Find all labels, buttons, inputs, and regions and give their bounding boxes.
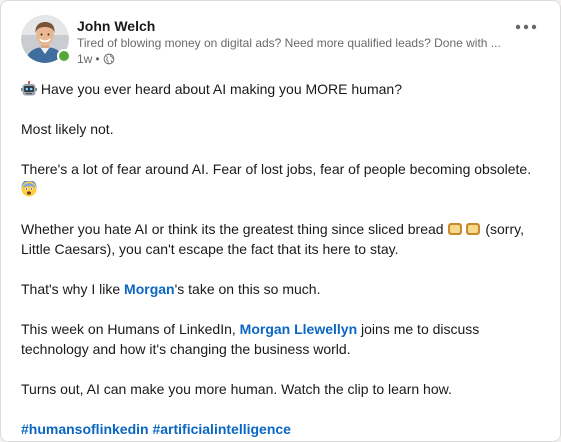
paragraph-5-text-before: That's why I like xyxy=(21,281,121,297)
separator-dot: • xyxy=(95,52,100,66)
post-header: John Welch Tired of blowing money on dig… xyxy=(21,15,546,67)
robot-emoji xyxy=(21,81,37,96)
hashtags: #humansoflinkedin #artificialintelligenc… xyxy=(21,419,546,439)
hashtag-artificialintelligence-link[interactable]: #artificialintelligence xyxy=(152,421,291,437)
bread-emoji xyxy=(448,223,463,235)
paragraph-1-text: Have you ever heard about AI making you … xyxy=(40,81,402,97)
hashtag-humansoflinkedin-link[interactable]: #humansoflinkedin xyxy=(21,421,149,437)
bread-emoji xyxy=(466,223,481,235)
fearful-face-emoji xyxy=(21,181,37,197)
author-headline[interactable]: Tired of blowing money on digital ads? N… xyxy=(77,35,513,51)
author-name[interactable]: John Welch xyxy=(77,17,155,35)
post-meta: John Welch Tired of blowing money on dig… xyxy=(77,17,517,67)
mention-morgan-link[interactable]: Morgan xyxy=(124,281,175,297)
paragraph-2: Most likely not. xyxy=(21,121,114,137)
paragraph-1: Have you ever heard about AI making you … xyxy=(21,79,546,99)
feed-post-card: John Welch Tired of blowing money on dig… xyxy=(0,0,561,442)
post-age: 1w xyxy=(77,52,93,66)
paragraph-3: There's a lot of fear around AI. Fear of… xyxy=(21,159,546,199)
paragraph-6: This week on Humans of LinkedIn, Morgan … xyxy=(21,319,546,359)
paragraph-7: Turns out, AI can make you more human. W… xyxy=(21,381,452,397)
post-timestamp-row: 1w • xyxy=(77,51,517,67)
paragraph-5: That's why I like Morgan's take on this … xyxy=(21,279,546,299)
mention-morgan-llewellyn-link[interactable]: Morgan Llewellyn xyxy=(240,321,357,337)
paragraph-6-text-before: This week on Humans of LinkedIn, xyxy=(21,321,236,337)
paragraph-4: Whether you hate AI or think its the gre… xyxy=(21,219,546,259)
ellipsis-icon xyxy=(515,24,537,30)
post-options-button[interactable] xyxy=(512,17,540,37)
post-commentary: Have you ever heard about AI making you … xyxy=(21,79,546,439)
paragraph-5-text-after: 's take on this so much. xyxy=(174,281,321,297)
paragraph-3-text: There's a lot of fear around AI. Fear of… xyxy=(21,161,532,177)
author-avatar-wrap[interactable] xyxy=(21,15,71,63)
online-status-icon xyxy=(57,49,71,63)
paragraph-4-text-before: Whether you hate AI or think its the gre… xyxy=(21,221,444,237)
globe-icon xyxy=(103,53,114,65)
